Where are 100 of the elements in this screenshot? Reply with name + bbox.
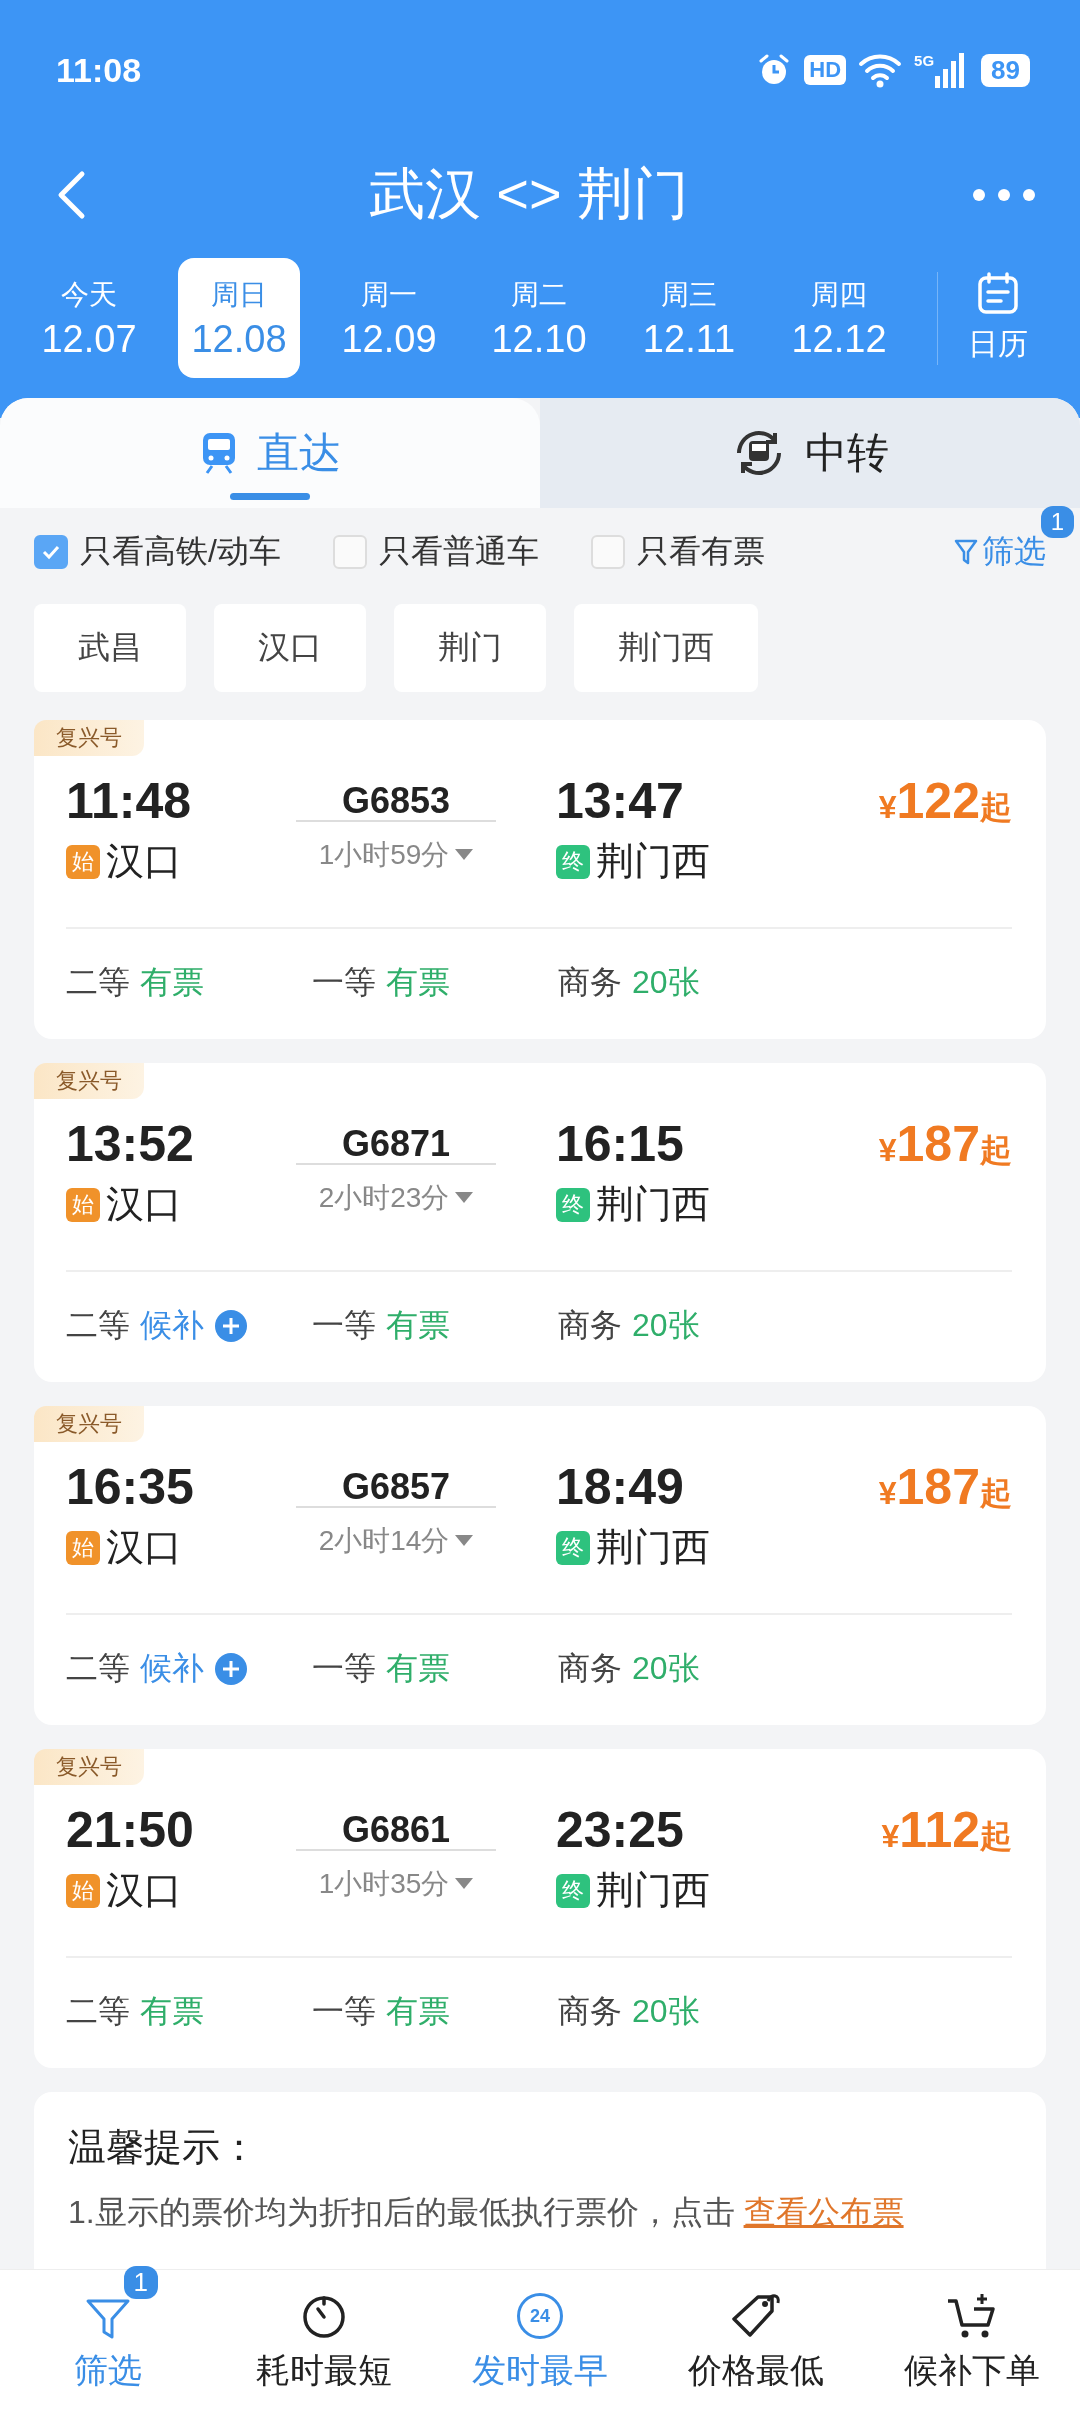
date-tab[interactable]: 周二 12.10 (478, 258, 600, 378)
station-chip[interactable]: 汉口 (214, 604, 366, 692)
station-chip[interactable]: 武昌 (34, 604, 186, 692)
date-tab[interactable]: 周四 12.12 (778, 258, 900, 378)
duration[interactable]: 1小时59分 (318, 835, 474, 874)
departure-time: 13:52 (66, 1115, 195, 1173)
calendar-button[interactable]: 日历 (937, 271, 1058, 365)
train-type-badge: 复兴号 (34, 1749, 144, 1785)
price-suffix: 起 (980, 1132, 1012, 1170)
date-tab[interactable]: 周三 12.11 (628, 258, 750, 378)
origin-tag: 始 (66, 1530, 100, 1565)
seat-class: 一等 (312, 1306, 376, 1345)
price: 187 (896, 1115, 980, 1173)
battery-indicator: 89 (981, 53, 1030, 87)
caret-icon (455, 1534, 474, 1547)
station-chip[interactable]: 荆门 (394, 604, 546, 692)
clock-24-icon: 24 (517, 2293, 563, 2339)
seat-availability: 有票 (386, 1306, 450, 1345)
seat-availability: 有票 (386, 1992, 450, 2031)
duration[interactable]: 1小时35分 (318, 1864, 474, 1903)
tips-text: 1.显示的票价均为折扣后的最低执行票价，点击 查看公布票 (68, 2193, 905, 2232)
seat-availability: 20张 (632, 1306, 700, 1345)
station-chip[interactable]: 荆门西 (574, 604, 758, 692)
caret-icon (455, 848, 474, 861)
date-tab[interactable]: 周日 12.08 (178, 258, 300, 378)
seat-availability: 20张 (632, 1992, 700, 2031)
origin-tag: 始 (66, 1187, 100, 1222)
seat-class: 一等 (312, 1649, 376, 1688)
more-icon[interactable] (972, 188, 1036, 202)
seat-class: 一等 (312, 963, 376, 1002)
train-type-badge: 复兴号 (34, 1063, 144, 1099)
nav-item[interactable]: 耗时最短 (216, 2270, 432, 2412)
checkbox-label: 只看普通车 (378, 532, 539, 571)
seat-class: 二等 (66, 1306, 130, 1345)
origin-tag: 始 (66, 844, 100, 879)
filter-icon (954, 538, 978, 566)
terminal-tag: 终 (556, 1187, 590, 1222)
seat-class: 商务 (558, 1306, 622, 1345)
seat-class: 商务 (558, 1649, 622, 1688)
seat-availability: 20张 (632, 1649, 700, 1688)
seat-availability: 有票 (386, 963, 450, 1002)
departure-time: 11:48 (66, 772, 193, 830)
tab[interactable]: 中转 (540, 398, 1080, 508)
currency-symbol: ¥ (878, 1132, 897, 1169)
train-card[interactable]: 复兴号 11:48 G6853 13:47 ¥122起 始 汉口 1小时59分 终 荆门西 二等 有票 一等 有票 商务 20张 (34, 720, 1046, 1039)
destination-station: 荆门西 (596, 1525, 710, 1570)
origin-station: 汉口 (106, 1868, 182, 1913)
nav-item[interactable]: 候补下单 (864, 2270, 1080, 2412)
filter-count-badge: 1 (123, 2266, 158, 2299)
origin-station: 汉口 (106, 839, 182, 884)
tab[interactable]: 直达 (0, 398, 540, 508)
seat-availability: 有票 (386, 1649, 450, 1688)
destination-station: 荆门西 (596, 839, 710, 884)
back-icon[interactable] (56, 170, 86, 220)
train-number: G6861 (341, 1809, 451, 1851)
nav-item[interactable]: 价格最低 (648, 2270, 864, 2412)
add-icon[interactable] (214, 1652, 248, 1686)
currency-symbol: ¥ (878, 789, 897, 826)
destination-station: 荆门西 (596, 1868, 710, 1913)
train-card[interactable]: 复兴号 13:52 G6871 16:15 ¥187起 始 汉口 2小时23分 终 荆门西 二等 候补 一等 有票 商务 20张 (34, 1063, 1046, 1382)
filter-count-badge: 1 (1040, 506, 1074, 538)
hd-indicator: HD (804, 55, 847, 85)
nav-item[interactable]: 24 发时最早 (432, 2270, 648, 2412)
seat-availability: 有票 (140, 963, 204, 1002)
train-card[interactable]: 复兴号 16:35 G6857 18:49 ¥187起 始 汉口 2小时14分 终 荆门西 二等 候补 一等 有票 商务 20张 (34, 1406, 1046, 1725)
checkbox[interactable] (34, 535, 68, 569)
duration[interactable]: 2小时14分 (318, 1521, 474, 1560)
date-tab[interactable]: 今天 12.07 (28, 258, 150, 378)
seat-availability: 候补 (140, 1649, 204, 1688)
price-suffix: 起 (980, 1818, 1012, 1856)
currency-symbol: ¥ (878, 1475, 897, 1512)
checkbox-label: 只看高铁/动车 (80, 532, 281, 571)
caret-icon (455, 1191, 474, 1204)
train-number: G6853 (341, 780, 451, 822)
origin-station: 汉口 (106, 1525, 182, 1570)
add-icon[interactable] (214, 1309, 248, 1343)
arrival-time: 16:15 (555, 1115, 685, 1173)
destination-station: 荆门西 (596, 1182, 710, 1227)
calendar-icon (976, 271, 1020, 316)
seat-class: 二等 (66, 1649, 130, 1688)
train-number: G6871 (341, 1123, 451, 1165)
price: 122 (896, 772, 980, 830)
origin-tag: 始 (66, 1873, 100, 1908)
arrival-time: 23:25 (555, 1801, 685, 1859)
price-suffix: 起 (980, 789, 1012, 827)
train-type-badge: 复兴号 (34, 1406, 144, 1442)
seat-class: 商务 (558, 963, 622, 1002)
terminal-tag: 终 (556, 1530, 590, 1565)
arrival-time: 13:47 (555, 772, 685, 830)
seat-availability: 有票 (140, 1992, 204, 2031)
signal-icon (935, 52, 966, 88)
date-tab[interactable]: 周一 12.09 (328, 258, 450, 378)
terminal-tag: 终 (556, 844, 590, 879)
train-type-badge: 复兴号 (34, 720, 144, 756)
published-fare-link[interactable]: 查看公布票 (743, 2194, 904, 2230)
train-card[interactable]: 复兴号 21:50 G6861 23:25 ¥112起 始 汉口 1小时35分 终 荆门西 二等 有票 一等 有票 商务 20张 (34, 1749, 1046, 2068)
duration[interactable]: 2小时23分 (318, 1178, 474, 1217)
seat-class: 商务 (558, 1992, 622, 2031)
currency-symbol: ¥ (881, 1818, 900, 1855)
tips-title: 温馨提示： (68, 2125, 259, 2170)
